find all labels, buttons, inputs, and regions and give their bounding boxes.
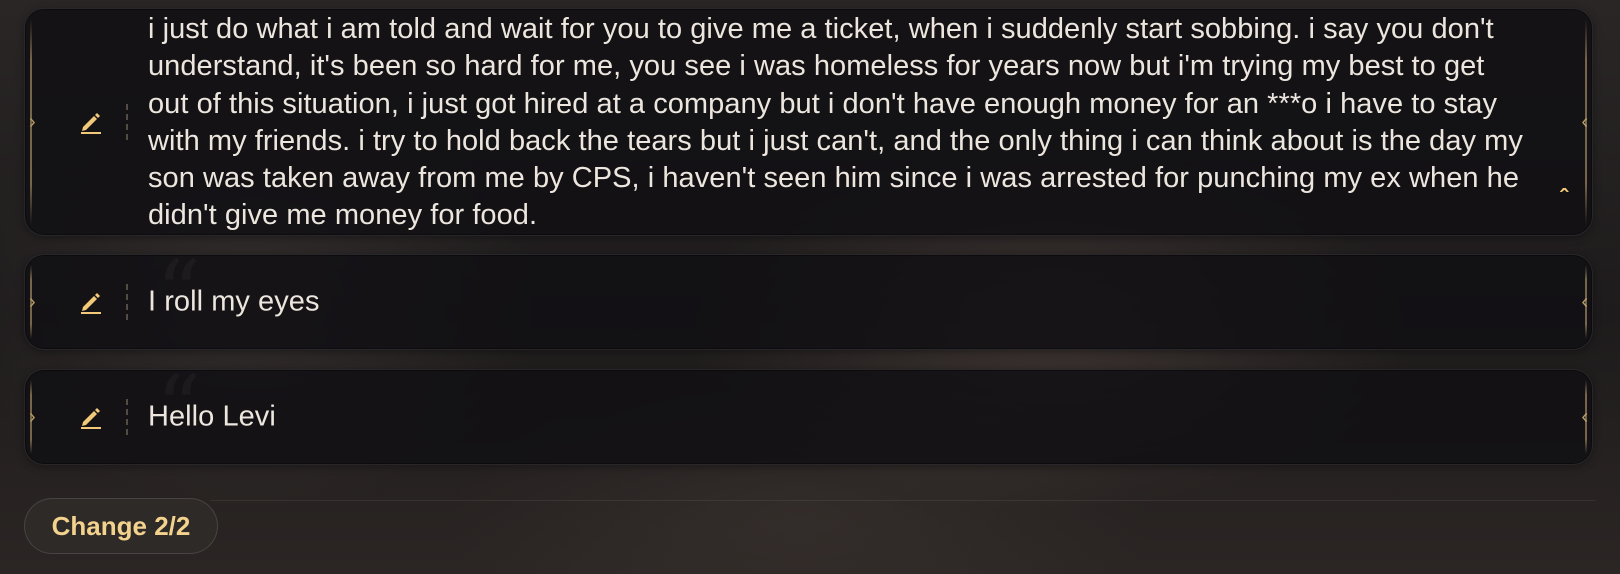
message-text: Hello Levi <box>148 400 276 433</box>
chevron-right-icon: › <box>29 406 36 428</box>
pencil-icon[interactable] <box>78 289 104 315</box>
collapse-caret-icon[interactable]: ˆ <box>1560 187 1568 211</box>
pencil-icon[interactable] <box>78 109 104 135</box>
pencil-icon[interactable] <box>78 404 104 430</box>
separator <box>126 284 128 320</box>
chevron-left-icon: ‹ <box>1581 406 1588 428</box>
separator <box>126 399 128 435</box>
chevron-left-icon: ‹ <box>1581 111 1588 133</box>
message-text: i just do what i am told and wait for yo… <box>148 13 1523 232</box>
message-text: I roll my eyes <box>148 285 320 318</box>
message-option-card[interactable]: “ › ‹ I roll my eyes <box>24 254 1593 350</box>
message-option-card[interactable]: › ‹ i just do what i am told and wait fo… <box>24 8 1593 236</box>
divider <box>210 500 1596 501</box>
chevron-left-icon: ‹ <box>1581 291 1588 313</box>
chevron-right-icon: › <box>29 111 36 133</box>
message-option-card[interactable]: “ › ‹ Hello Levi <box>24 369 1593 465</box>
separator <box>126 104 128 140</box>
change-button[interactable]: Change 2/2 <box>24 498 218 554</box>
chevron-right-icon: › <box>29 291 36 313</box>
